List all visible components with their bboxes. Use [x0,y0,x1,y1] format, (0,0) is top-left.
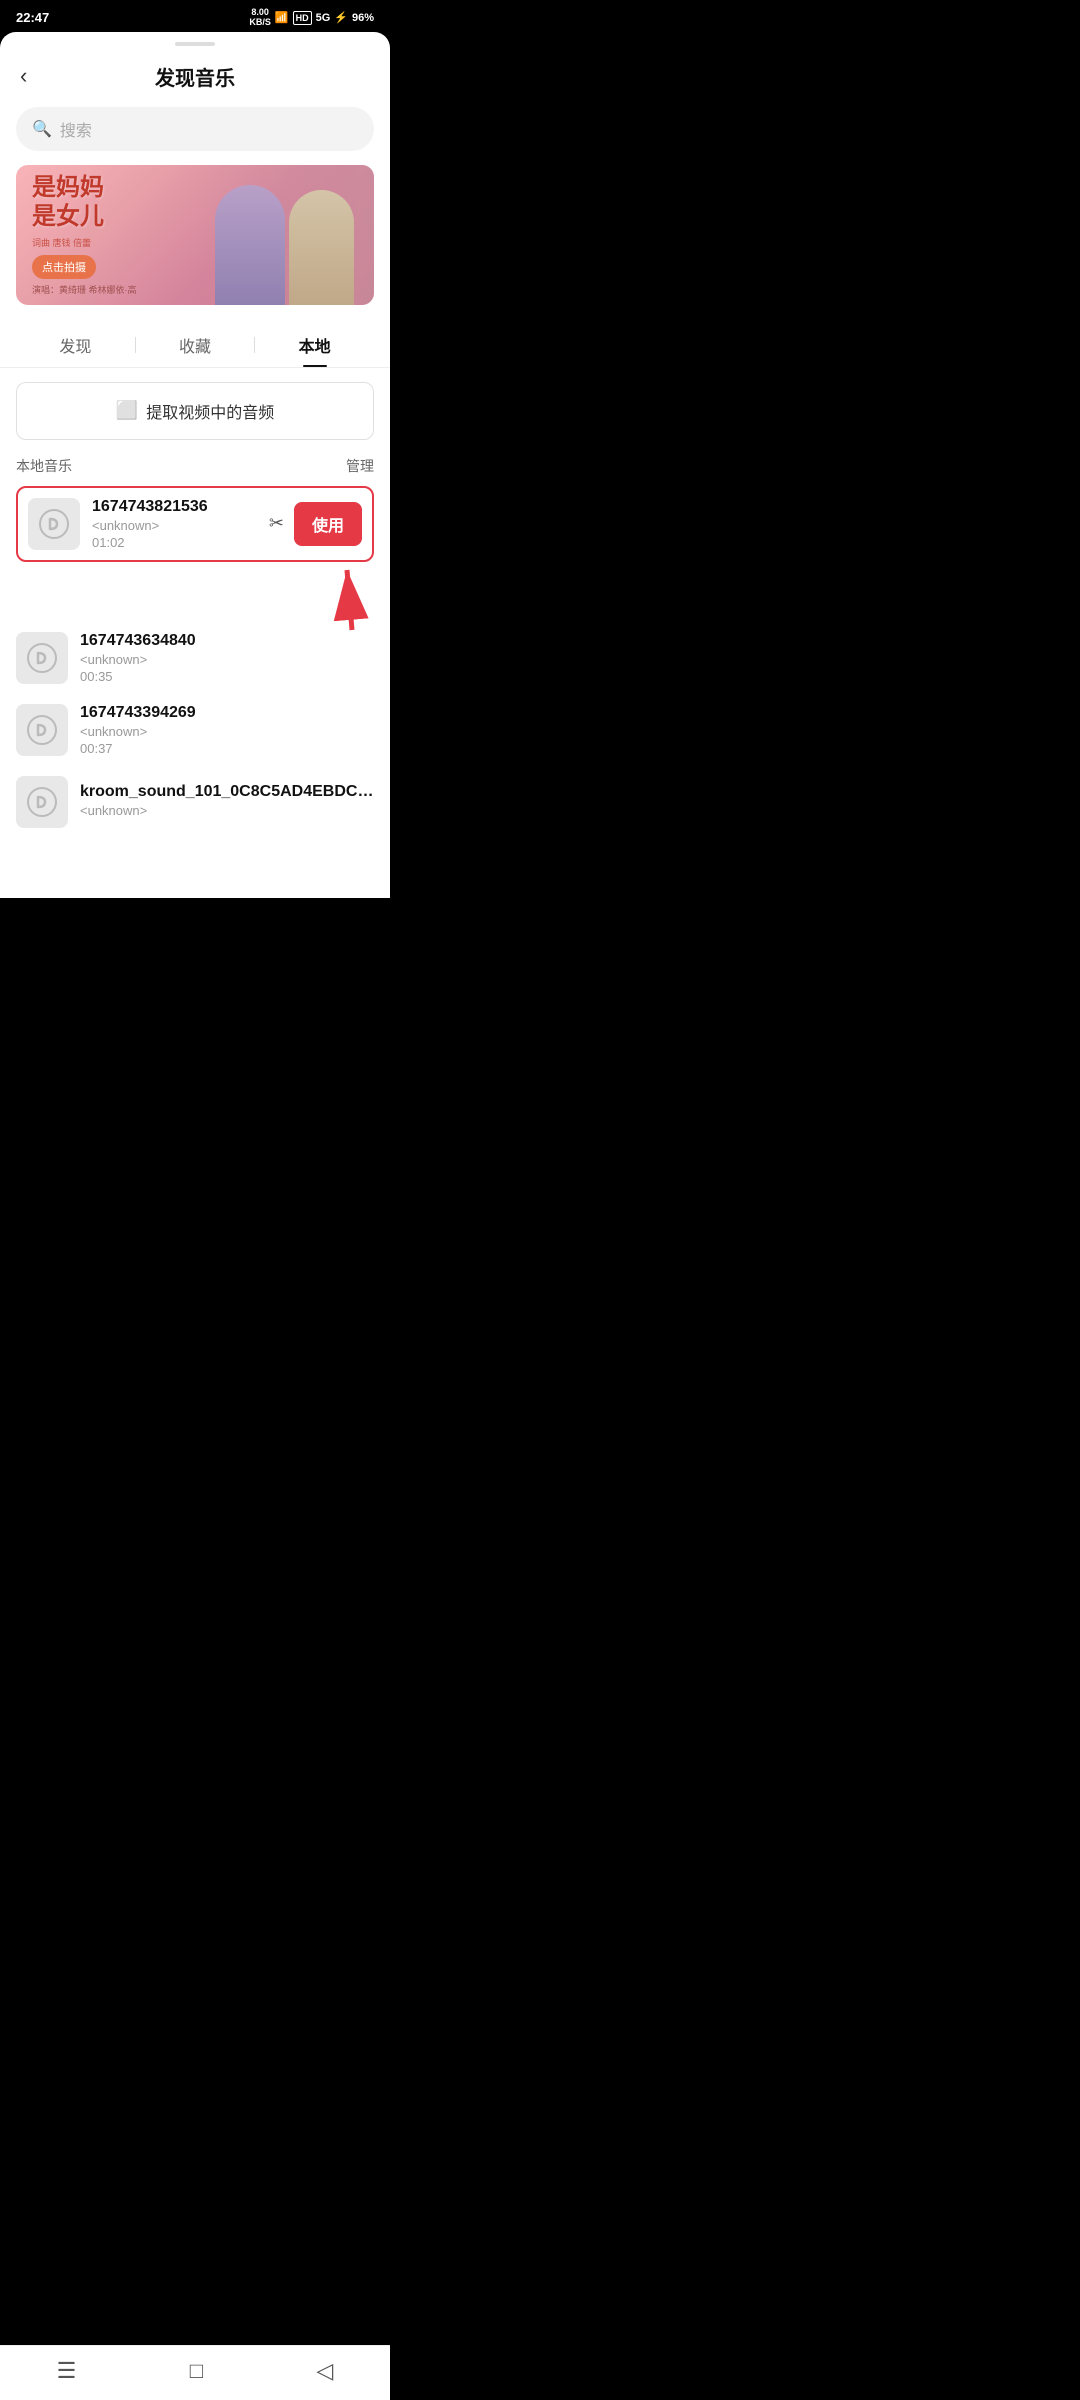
music-artist-2: <unknown> [80,652,374,667]
page-title: 发现音乐 [155,62,235,91]
back-button[interactable]: ‹ [20,63,27,89]
extract-icon: ⬜ [116,400,138,421]
music-title-4: kroom_sound_101_0C8C5AD4EBDC6... [80,783,374,801]
signal-icon: 5G [316,12,331,24]
tab-discover[interactable]: 发现 [16,323,135,367]
music-actions-1: ✂ 使用 [269,502,362,546]
wifi-icon: 📶 [275,11,289,24]
use-button-1[interactable]: 使用 [294,502,362,546]
music-title-1: 1674743821536 [92,498,257,516]
music-thumb-3 [16,704,68,756]
banner-figures [194,165,374,305]
status-icons: 8.00 KB/S 📶 HD 5G ⚡ 96% [249,8,374,28]
music-thumb-4 [16,776,68,828]
banner-song-info: 词曲 唐钱 倍蕾 [32,236,178,249]
music-artist-1: <unknown> [92,518,257,533]
page-header: ‹ 发现音乐 [0,52,390,107]
music-artist-4: <unknown> [80,803,374,818]
nav-back-icon[interactable]: ◁ [316,2358,333,2384]
battery-icon: ⚡ [334,11,348,24]
data-speed: 8.00 KB/S [249,8,271,28]
search-icon: 🔍 [32,119,52,139]
figure-1 [215,185,285,305]
battery-level: 96% [352,12,374,24]
music-item-3: 1674743394269 <unknown> 00:37 [16,694,374,766]
music-info-3: 1674743394269 <unknown> 00:37 [80,704,374,756]
scissors-icon-1[interactable]: ✂ [269,513,284,534]
music-thumb-2 [16,632,68,684]
banner-action[interactable]: 点击拍摄 [32,255,96,279]
music-duration-1: 01:02 [92,535,257,550]
tab-favorites[interactable]: 收藏 [136,323,255,367]
music-duration-3: 00:37 [80,741,374,756]
tabs-row: 发现 收藏 本地 [0,323,390,368]
music-list: 1674743821536 <unknown> 01:02 ✂ 使用 [0,486,390,838]
manage-button[interactable]: 管理 [346,456,374,476]
tiktok-icon-2 [27,643,57,673]
status-time: 22:47 [16,10,49,25]
music-title-3: 1674743394269 [80,704,374,722]
banner-line1: 是妈妈 是女儿 [32,174,178,232]
tab-local[interactable]: 本地 [255,323,374,367]
banner-singer: 演唱：黄绮珊 希林娜依·高 [32,283,178,296]
music-artist-3: <unknown> [80,724,374,739]
extract-label: 提取视频中的音频 [146,399,274,423]
music-info-1: 1674743821536 <unknown> 01:02 [92,498,257,550]
drag-handle-bar [175,42,215,46]
banner-text: 是妈妈 是女儿 词曲 唐钱 倍蕾 点击拍摄 演唱：黄绮珊 希林娜依·高 [16,165,194,305]
hd-badge: HD [293,11,312,25]
bottom-nav: ☰ □ ◁ [0,2345,390,2400]
local-music-label: 本地音乐 [16,456,72,476]
search-placeholder: 搜索 [60,117,92,141]
figure-2 [289,190,354,305]
main-sheet: ‹ 发现音乐 🔍 搜索 是妈妈 是女儿 词曲 唐钱 倍蕾 点击拍摄 演唱：黄绮珊… [0,32,390,898]
banner: 是妈妈 是女儿 词曲 唐钱 倍蕾 点击拍摄 演唱：黄绮珊 希林娜依·高 [16,165,374,305]
tiktok-icon-3 [27,715,57,745]
nav-home-icon[interactable]: □ [190,2358,203,2384]
music-duration-2: 00:35 [80,669,374,684]
tiktok-icon-4 [27,787,57,817]
music-thumb-1 [28,498,80,550]
music-item-4: kroom_sound_101_0C8C5AD4EBDC6... <unknow… [16,766,374,838]
drag-handle[interactable] [0,32,390,52]
red-arrow [292,550,382,640]
music-info-4: kroom_sound_101_0C8C5AD4EBDC6... <unknow… [80,783,374,820]
extract-audio-button[interactable]: ⬜ 提取视频中的音频 [16,382,374,440]
nav-menu-icon[interactable]: ☰ [57,2358,77,2384]
search-bar[interactable]: 🔍 搜索 [16,107,374,151]
music-item-1: 1674743821536 <unknown> 01:02 ✂ 使用 [16,486,374,562]
tiktok-icon-1 [39,509,69,539]
status-bar: 22:47 8.00 KB/S 📶 HD 5G ⚡ 96% [0,0,390,32]
local-music-header: 本地音乐 管理 [0,456,390,486]
